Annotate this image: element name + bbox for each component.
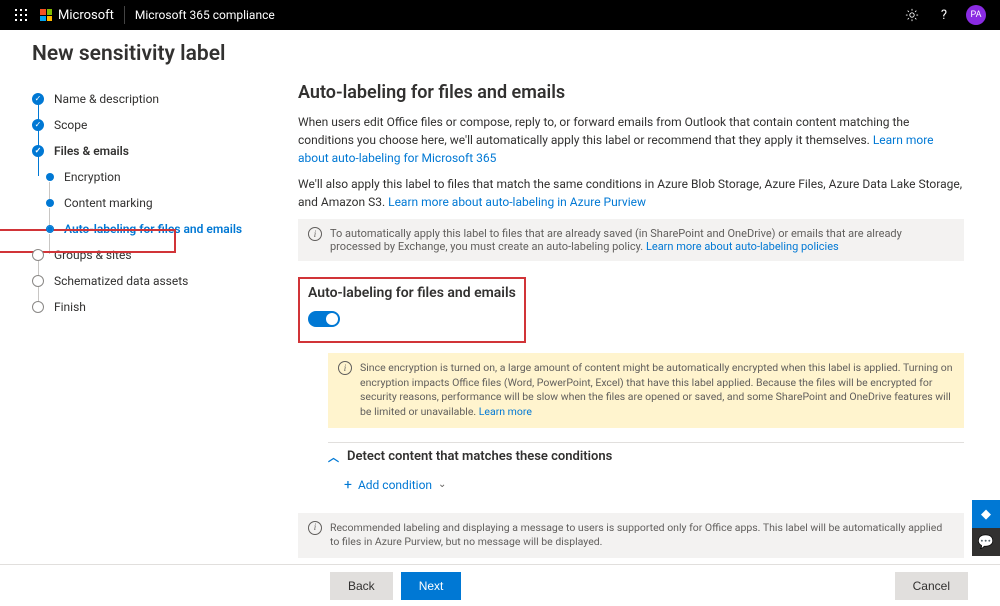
wizard-steps-nav: ✓ Name & description ✓ Scope ✓ Files & e… bbox=[0, 74, 290, 566]
settings-icon[interactable] bbox=[896, 0, 928, 30]
app-launcher-icon[interactable] bbox=[8, 0, 34, 30]
next-button[interactable]: Next bbox=[401, 572, 462, 600]
add-condition-button[interactable]: + Add condition ⌄ bbox=[328, 471, 964, 503]
wizard-step-encryption[interactable]: Encryption bbox=[32, 164, 290, 190]
global-top-bar: Microsoft Microsoft 365 compliance ? PA bbox=[0, 0, 1000, 30]
auto-labeling-toggle[interactable] bbox=[308, 311, 340, 327]
info-icon: i bbox=[308, 227, 322, 241]
detect-conditions-header[interactable]: ︿ Detect content that matches these cond… bbox=[328, 442, 964, 471]
wizard-step-schematized-assets[interactable]: Schematized data assets bbox=[32, 268, 290, 294]
learn-more-purview-link[interactable]: Learn more about auto-labeling in Azure … bbox=[388, 195, 646, 209]
wizard-step-finish[interactable]: Finish bbox=[32, 294, 290, 320]
back-button[interactable]: Back bbox=[330, 572, 393, 600]
auto-labeling-toggle-section: Auto-labeling for files and emails bbox=[298, 277, 964, 343]
wizard-footer: Back Next Cancel bbox=[0, 564, 1000, 606]
wizard-step-auto-labeling[interactable]: Auto-labeling for files and emails bbox=[32, 216, 290, 242]
learn-more-encryption-link[interactable]: Learn more bbox=[479, 405, 532, 418]
wizard-step-scope[interactable]: ✓ Scope bbox=[32, 112, 290, 138]
product-title: Microsoft 365 compliance bbox=[135, 8, 275, 22]
section-heading: Auto-labeling for files and emails bbox=[298, 82, 964, 103]
description-paragraph-1: When users edit Office files or compose,… bbox=[298, 113, 964, 167]
description-paragraph-2: We'll also apply this label to files tha… bbox=[298, 175, 964, 211]
recommended-labeling-info-banner: i Recommended labeling and displaying a … bbox=[298, 513, 964, 558]
highlight-annotation: Auto-labeling for files and emails bbox=[298, 277, 526, 343]
info-icon: i bbox=[308, 521, 322, 535]
chat-icon[interactable]: 💬 bbox=[972, 528, 1000, 556]
chevron-up-icon: ︿ bbox=[328, 449, 339, 465]
page-title: New sensitivity label bbox=[0, 30, 1000, 74]
floating-action-buttons: ◆ 💬 bbox=[972, 500, 1000, 556]
feedback-icon[interactable]: ◆ bbox=[972, 500, 1000, 528]
microsoft-logo: Microsoft bbox=[40, 8, 114, 23]
separator bbox=[124, 6, 125, 24]
cancel-button[interactable]: Cancel bbox=[895, 572, 968, 600]
wizard-step-groups-sites[interactable]: Groups & sites bbox=[32, 242, 290, 268]
help-icon[interactable]: ? bbox=[928, 0, 960, 30]
main-content: Auto-labeling for files and emails When … bbox=[290, 74, 1000, 566]
encryption-warning-banner: i Since encryption is turned on, a large… bbox=[328, 353, 964, 428]
brand-text: Microsoft bbox=[58, 8, 114, 23]
info-icon: i bbox=[338, 361, 352, 375]
plus-icon: + bbox=[344, 477, 352, 493]
chevron-down-icon: ⌄ bbox=[438, 479, 446, 490]
toggle-heading: Auto-labeling for files and emails bbox=[308, 285, 516, 301]
microsoft-logo-icon bbox=[40, 9, 52, 21]
learn-more-policies-link[interactable]: Learn more about auto-labeling policies bbox=[646, 240, 839, 253]
account-avatar[interactable]: PA bbox=[960, 0, 992, 30]
wizard-step-content-marking[interactable]: Content marking bbox=[32, 190, 290, 216]
wizard-step-name-description[interactable]: ✓ Name & description bbox=[32, 86, 290, 112]
wizard-step-files-emails[interactable]: ✓ Files & emails bbox=[32, 138, 290, 164]
info-banner-autolabel-policy: i To automatically apply this label to f… bbox=[298, 219, 964, 261]
